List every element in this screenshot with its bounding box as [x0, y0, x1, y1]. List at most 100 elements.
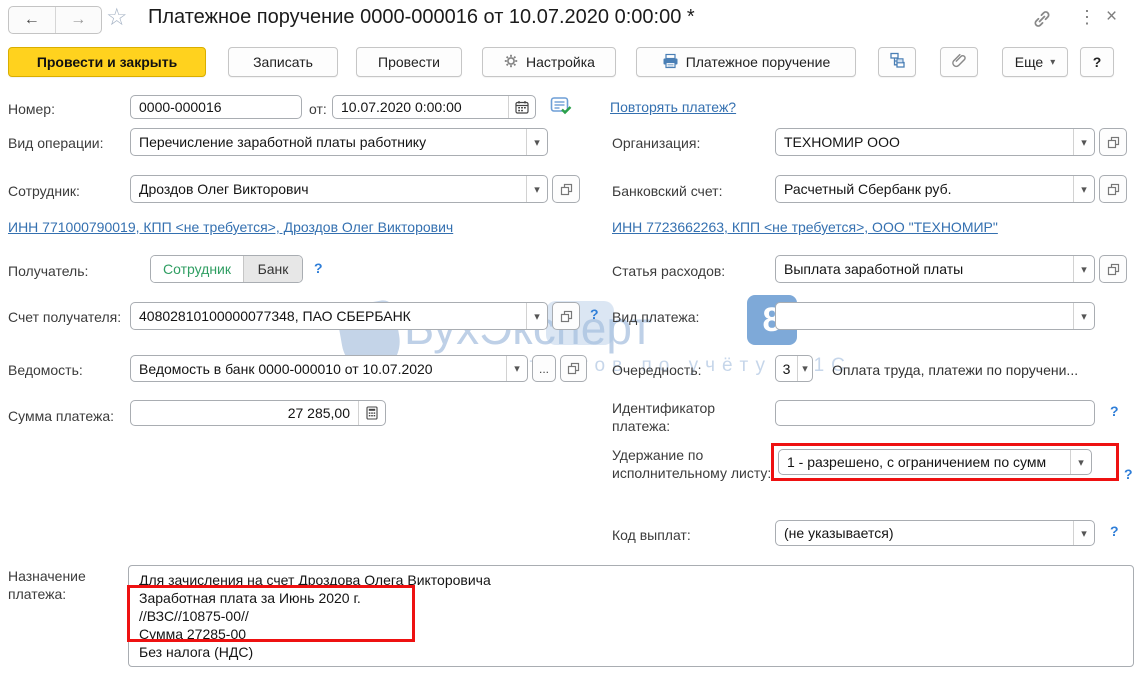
chevron-down-icon[interactable]: ▾ — [1073, 176, 1094, 202]
chevron-down-icon: ▾ — [1050, 57, 1055, 68]
purpose-line: Для зачисления на счет Дроздова Олега Ви… — [139, 571, 1123, 589]
recipient-account-select[interactable]: 40802810100000077348, ПАО СБЕРБАНК ▾ — [130, 302, 548, 330]
close-icon[interactable]: × — [1106, 6, 1117, 28]
repeat-payment-link[interactable]: Повторять платеж? — [610, 99, 736, 115]
schedule-reminder-icon[interactable] — [550, 96, 572, 119]
number-value: 0000-000016 — [131, 99, 301, 115]
employee-open-button[interactable] — [552, 175, 580, 203]
more-actions-button[interactable]: Еще ▾ — [1002, 47, 1068, 77]
expense-item-open-button[interactable] — [1099, 255, 1127, 283]
operation-type-label: Вид операции: — [8, 134, 104, 152]
purpose-line: //ВЗС//10875-00// — [139, 607, 1123, 625]
recipient-option-bank[interactable]: Банк — [244, 256, 302, 282]
paperclip-icon — [951, 52, 968, 72]
post-and-close-button[interactable]: Провести и закрыть — [8, 47, 206, 77]
calculator-icon[interactable] — [358, 401, 385, 425]
expense-item-label: Статья расходов: — [612, 262, 725, 280]
operation-type-select[interactable]: Перечисление заработной платы работнику … — [130, 128, 548, 156]
priority-label: Очередность: — [612, 361, 702, 379]
amount-label: Сумма платежа: — [8, 407, 114, 425]
settings-button[interactable]: Настройка — [482, 47, 616, 77]
date-input[interactable]: 10.07.2020 0:00:00 — [332, 95, 536, 119]
favorite-star-icon[interactable]: ☆ — [106, 3, 128, 32]
recipient-help-icon[interactable]: ? — [314, 260, 323, 276]
writ-withholding-value: 1 - разрешено, с ограничением по сумм — [779, 454, 1070, 470]
recipient-label: Получатель: — [8, 262, 88, 280]
post-button[interactable]: Провести — [356, 47, 462, 77]
number-label: Номер: — [8, 100, 55, 118]
purpose-line: Заработная плата за Июнь 2020 г. — [139, 589, 1123, 607]
recipient-option-employee[interactable]: Сотрудник — [151, 256, 244, 282]
payment-kind-label: Вид платежа: — [612, 308, 699, 326]
recipient-toggle: Сотрудник Банк — [150, 255, 303, 283]
employee-label: Сотрудник: — [8, 182, 80, 200]
more-actions-label: Еще — [1015, 54, 1044, 70]
print-payment-order-button[interactable]: Платежное поручение — [636, 47, 856, 77]
settings-button-label: Настройка — [526, 54, 595, 70]
organization-select[interactable]: ТЕХНОМИР ООО ▾ — [775, 128, 1095, 156]
chevron-down-icon[interactable]: ▾ — [1073, 303, 1094, 329]
chevron-down-icon[interactable]: ▾ — [1073, 256, 1094, 282]
purpose-line: Без налога (НДС) — [139, 643, 1123, 661]
bank-account-select[interactable]: Расчетный Сбербанк руб. ▾ — [775, 175, 1095, 203]
employee-value: Дроздов Олег Викторович — [131, 181, 526, 197]
chevron-down-icon[interactable]: ▾ — [1070, 450, 1091, 474]
organization-details-link[interactable]: ИНН 7723662263, КПП <не требуется>, ООО … — [612, 219, 998, 235]
payment-id-input[interactable] — [775, 400, 1095, 426]
employee-select[interactable]: Дроздов Олег Викторович ▾ — [130, 175, 548, 203]
chevron-down-icon[interactable]: ▾ — [1073, 521, 1094, 545]
bank-account-open-button[interactable] — [1099, 175, 1127, 203]
organization-label: Организация: — [612, 134, 700, 152]
purpose-label: Назначение платежа: — [8, 567, 118, 603]
organization-value: ТЕХНОМИР ООО — [776, 134, 1073, 150]
payment-kind-select[interactable]: ▾ — [775, 302, 1095, 330]
statement-open-button[interactable] — [560, 355, 587, 382]
bank-account-value: Расчетный Сбербанк руб. — [776, 181, 1073, 197]
chevron-down-icon[interactable]: ▾ — [797, 356, 812, 381]
print-payment-order-label: Платежное поручение — [686, 54, 831, 70]
payout-code-label: Код выплат: — [612, 526, 691, 544]
payout-code-value: (не указывается) — [776, 525, 1073, 541]
chevron-down-icon[interactable]: ▾ — [526, 303, 547, 329]
writ-withholding-label: Удержание по исполнительному листу: — [612, 446, 772, 482]
calendar-icon[interactable] — [508, 96, 535, 118]
employee-details-link[interactable]: ИНН 771000790019, КПП <не требуется>, Др… — [8, 219, 453, 235]
priority-value: 3 — [776, 361, 797, 377]
date-value: 10.07.2020 0:00:00 — [333, 99, 508, 115]
priority-select[interactable]: 3 ▾ — [775, 355, 813, 382]
recipient-account-value: 40802810100000077348, ПАО СБЕРБАНК — [131, 308, 526, 324]
chevron-down-icon[interactable]: ▾ — [506, 356, 527, 381]
subordination-structure-button[interactable] — [878, 47, 916, 77]
chevron-down-icon[interactable]: ▾ — [526, 176, 547, 202]
back-arrow-icon[interactable]: ← — [9, 7, 56, 33]
chevron-down-icon[interactable]: ▾ — [1073, 129, 1094, 155]
payout-code-help-icon[interactable]: ? — [1110, 523, 1119, 539]
organization-open-button[interactable] — [1099, 128, 1127, 156]
statement-value: Ведомость в банк 0000-000010 от 10.07.20… — [131, 361, 506, 377]
expense-item-value: Выплата заработной платы — [776, 261, 1073, 277]
more-menu-dots-icon[interactable]: ⋮ — [1078, 7, 1096, 28]
structure-icon — [889, 52, 906, 72]
payment-id-help-icon[interactable]: ? — [1110, 403, 1119, 419]
writ-withholding-help-icon[interactable]: ? — [1124, 466, 1133, 482]
help-button[interactable]: ? — [1080, 47, 1114, 77]
amount-input[interactable]: 27 285,00 — [130, 400, 386, 426]
chevron-down-icon[interactable]: ▾ — [526, 129, 547, 155]
number-input[interactable]: 0000-000016 — [130, 95, 302, 119]
get-link-icon[interactable] — [1032, 9, 1052, 32]
attachments-button[interactable] — [940, 47, 978, 77]
statement-label: Ведомость: — [8, 361, 83, 379]
writ-withholding-select[interactable]: 1 - разрешено, с ограничением по сумм ▾ — [778, 449, 1092, 475]
gear-icon — [503, 53, 519, 72]
recipient-account-open-button[interactable] — [552, 302, 580, 330]
page-title: Платежное поручение 0000-000016 от 10.07… — [148, 6, 695, 29]
recipient-account-help-icon[interactable]: ? — [590, 306, 599, 322]
save-button[interactable]: Записать — [228, 47, 338, 77]
statement-choose-button[interactable]: ... — [532, 355, 556, 382]
nav-history-group: ← → — [8, 6, 102, 34]
expense-item-select[interactable]: Выплата заработной платы ▾ — [775, 255, 1095, 283]
statement-select[interactable]: Ведомость в банк 0000-000010 от 10.07.20… — [130, 355, 528, 382]
purpose-textarea[interactable]: Для зачисления на счет Дроздова Олега Ви… — [128, 565, 1134, 667]
payout-code-select[interactable]: (не указывается) ▾ — [775, 520, 1095, 546]
forward-arrow-icon[interactable]: → — [56, 7, 102, 33]
